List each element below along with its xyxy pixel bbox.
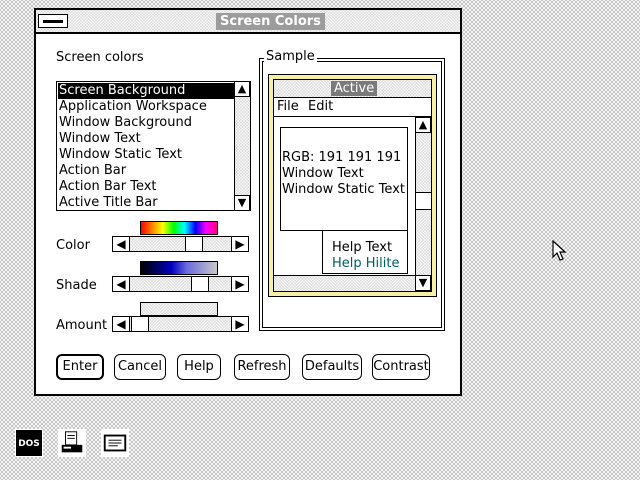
color-slider[interactable]: ◀ ▶ bbox=[112, 236, 249, 252]
scroll-up-arrow-icon[interactable]: ▲ bbox=[234, 81, 250, 97]
print-manager-icon[interactable] bbox=[58, 429, 86, 457]
sample-client-area: RGB: 191 191 191 Window Text Window Stat… bbox=[280, 127, 408, 231]
screen-colors-list[interactable]: Screen Background Application Workspace … bbox=[56, 81, 251, 211]
sample-horizontal-bar bbox=[274, 275, 415, 291]
screen-colors-dialog: Screen Colors Screen colors Screen Backg… bbox=[34, 8, 462, 396]
screen-colors-label: Screen colors bbox=[56, 50, 144, 65]
sample-scrollbar: ▲ ▼ bbox=[415, 117, 431, 291]
list-item-application-workspace[interactable]: Application Workspace bbox=[58, 99, 235, 115]
shade-left-arrow-icon[interactable]: ◀ bbox=[113, 277, 130, 291]
help-button[interactable]: Help bbox=[177, 354, 221, 380]
list-item-window-text[interactable]: Window Text bbox=[58, 131, 235, 147]
amount-slider[interactable]: ◀ ▶ bbox=[112, 316, 249, 332]
sample-help-text: Help Text bbox=[332, 240, 393, 255]
shade-slider-thumb[interactable] bbox=[191, 277, 209, 291]
sample-window-body: Active File Edit ▲ ▼ RGB: 191 191 191 Wi… bbox=[273, 79, 432, 292]
shade-slider[interactable]: ◀ ▶ bbox=[112, 276, 249, 292]
sample-window-static-text: Window Static Text bbox=[282, 182, 405, 197]
list-item-window-static-text[interactable]: Window Static Text bbox=[58, 147, 235, 163]
defaults-button[interactable]: Defaults bbox=[302, 354, 362, 380]
color-slider-thumb[interactable] bbox=[185, 237, 203, 251]
title-bar[interactable]: Screen Colors bbox=[36, 10, 460, 34]
color-label: Color bbox=[56, 238, 90, 253]
list-item-action-bar-text[interactable]: Action Bar Text bbox=[58, 179, 235, 195]
sample-menu-edit: Edit bbox=[308, 99, 334, 114]
shade-label: Shade bbox=[56, 278, 97, 293]
sample-scroll-thumb bbox=[416, 192, 431, 210]
amount-left-arrow-icon[interactable]: ◀ bbox=[113, 317, 130, 331]
sample-menu-divider bbox=[274, 116, 431, 117]
sample-title: Active bbox=[331, 81, 378, 96]
sample-help-hilite: Help Hilite bbox=[332, 256, 400, 271]
mouse-pointer-icon bbox=[552, 240, 567, 261]
amount-slider-thumb[interactable] bbox=[131, 317, 149, 331]
list-item-active-title-bar[interactable]: Active Title Bar bbox=[58, 195, 235, 211]
cancel-button[interactable]: Cancel bbox=[114, 354, 166, 380]
sample-title-bar: Active bbox=[274, 80, 431, 98]
color-left-arrow-icon[interactable]: ◀ bbox=[113, 237, 130, 251]
dos-icon[interactable]: DOS bbox=[15, 429, 43, 457]
sample-rgb-value: RGB: 191 191 191 bbox=[282, 150, 402, 165]
sample-help-box: Help Text Help Hilite bbox=[322, 231, 408, 274]
list-item-action-bar[interactable]: Action Bar bbox=[58, 163, 235, 179]
shade-swatch bbox=[140, 261, 218, 275]
terminal-icon[interactable] bbox=[101, 429, 129, 457]
system-menu-button[interactable] bbox=[38, 14, 68, 28]
system-menu-icon bbox=[43, 20, 63, 23]
color-right-arrow-icon[interactable]: ▶ bbox=[231, 237, 248, 251]
sample-window-text: Window Text bbox=[282, 166, 364, 181]
shade-right-arrow-icon[interactable]: ▶ bbox=[231, 277, 248, 291]
amount-label: Amount bbox=[56, 318, 108, 333]
amount-right-arrow-icon[interactable]: ▶ bbox=[231, 317, 248, 331]
scroll-down-arrow-icon[interactable]: ▼ bbox=[234, 195, 250, 211]
dialog-title: Screen Colors bbox=[216, 13, 325, 30]
sample-label: Sample bbox=[264, 49, 317, 65]
dos-icon-label: DOS bbox=[18, 439, 40, 449]
list-scrollbar[interactable]: ▲ ▼ bbox=[234, 81, 250, 211]
list-item-window-background[interactable]: Window Background bbox=[58, 115, 235, 131]
list-item-screen-background[interactable]: Screen Background bbox=[58, 83, 235, 99]
enter-button[interactable]: Enter bbox=[56, 354, 104, 380]
refresh-button[interactable]: Refresh bbox=[234, 354, 290, 380]
sample-scroll-down-icon: ▼ bbox=[415, 275, 431, 291]
sample-scroll-up-icon: ▲ bbox=[415, 117, 431, 133]
sample-window: Active File Edit ▲ ▼ RGB: 191 191 191 Wi… bbox=[268, 74, 437, 297]
contrast-button[interactable]: Contrast bbox=[372, 354, 430, 380]
sample-menu-file: File bbox=[277, 99, 299, 114]
amount-swatch bbox=[140, 302, 218, 316]
color-spectrum-swatch bbox=[140, 221, 218, 235]
